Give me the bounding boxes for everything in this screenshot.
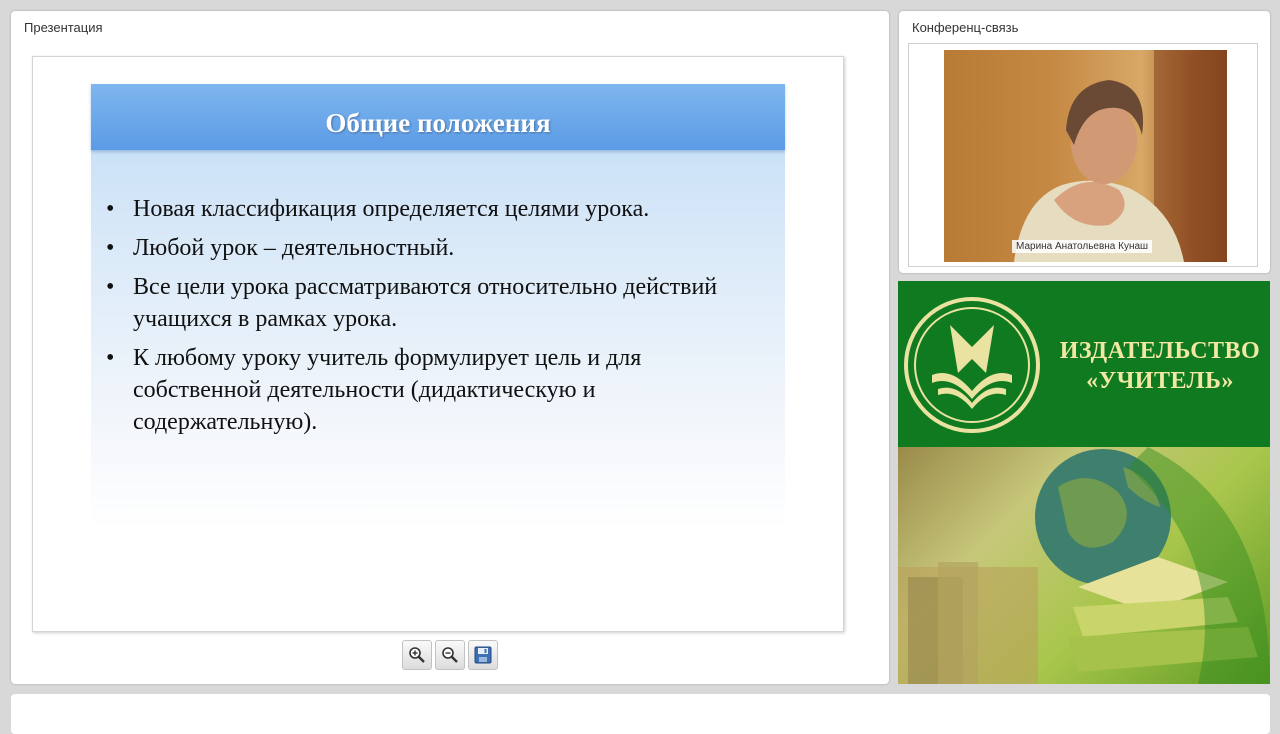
zoom-in-button[interactable] xyxy=(402,640,432,670)
zoom-out-button[interactable] xyxy=(435,640,465,670)
slide-header-bar: Общие положения xyxy=(91,84,785,150)
publisher-name-line2: «УЧИТЕЛЬ» xyxy=(1086,368,1234,394)
speaker-silhouette-icon xyxy=(1014,50,1227,262)
presentation-panel: Презентация Общие положения Новая класси… xyxy=(11,11,889,684)
slide-bullet: К любому уроку учитель формулирует цель … xyxy=(106,342,766,438)
bottom-panel xyxy=(11,694,1270,734)
conference-panel-title: Конференц-связь xyxy=(912,20,1019,35)
save-button[interactable] xyxy=(468,640,498,670)
publisher-logo-icon xyxy=(904,297,1040,433)
presentation-panel-title: Презентация xyxy=(24,20,103,35)
publisher-banner[interactable]: ИЗДАТЕЛЬСТВО «УЧИТЕЛЬ» xyxy=(898,281,1270,684)
globe-and-books-icon xyxy=(898,447,1270,684)
slide-bullet: Все цели урока рассматриваются относител… xyxy=(106,271,766,335)
save-icon xyxy=(474,646,492,664)
video-frame: Марина Анатольевна Кунаш xyxy=(908,43,1258,267)
speaker-name-label: Марина Анатольевна Кунаш xyxy=(1012,240,1153,253)
slide-content-box: Общие положения Новая классификация опре… xyxy=(91,84,785,529)
publisher-banner-image xyxy=(898,447,1270,684)
presentation-slide: Общие положения Новая классификация опре… xyxy=(32,56,844,632)
zoom-in-icon xyxy=(409,647,425,663)
conference-panel: Конференц-связь Марина Анатольевна Кунаш xyxy=(899,11,1270,273)
publisher-banner-top: ИЗДАТЕЛЬСТВО «УЧИТЕЛЬ» xyxy=(898,281,1270,447)
slide-bullet: Новая классификация определяется целями … xyxy=(106,193,766,225)
zoom-out-icon xyxy=(442,647,458,663)
slide-bullet-list: Новая классификация определяется целями … xyxy=(106,193,766,445)
slide-title: Общие положения xyxy=(325,108,551,138)
publisher-name: ИЗДАТЕЛЬСТВО «УЧИТЕЛЬ» xyxy=(1052,336,1268,396)
publisher-name-line1: ИЗДАТЕЛЬСТВО xyxy=(1059,338,1261,364)
speaker-video[interactable]: Марина Анатольевна Кунаш xyxy=(944,50,1227,262)
slide-bullet: Любой урок – деятельностный. xyxy=(106,232,766,264)
